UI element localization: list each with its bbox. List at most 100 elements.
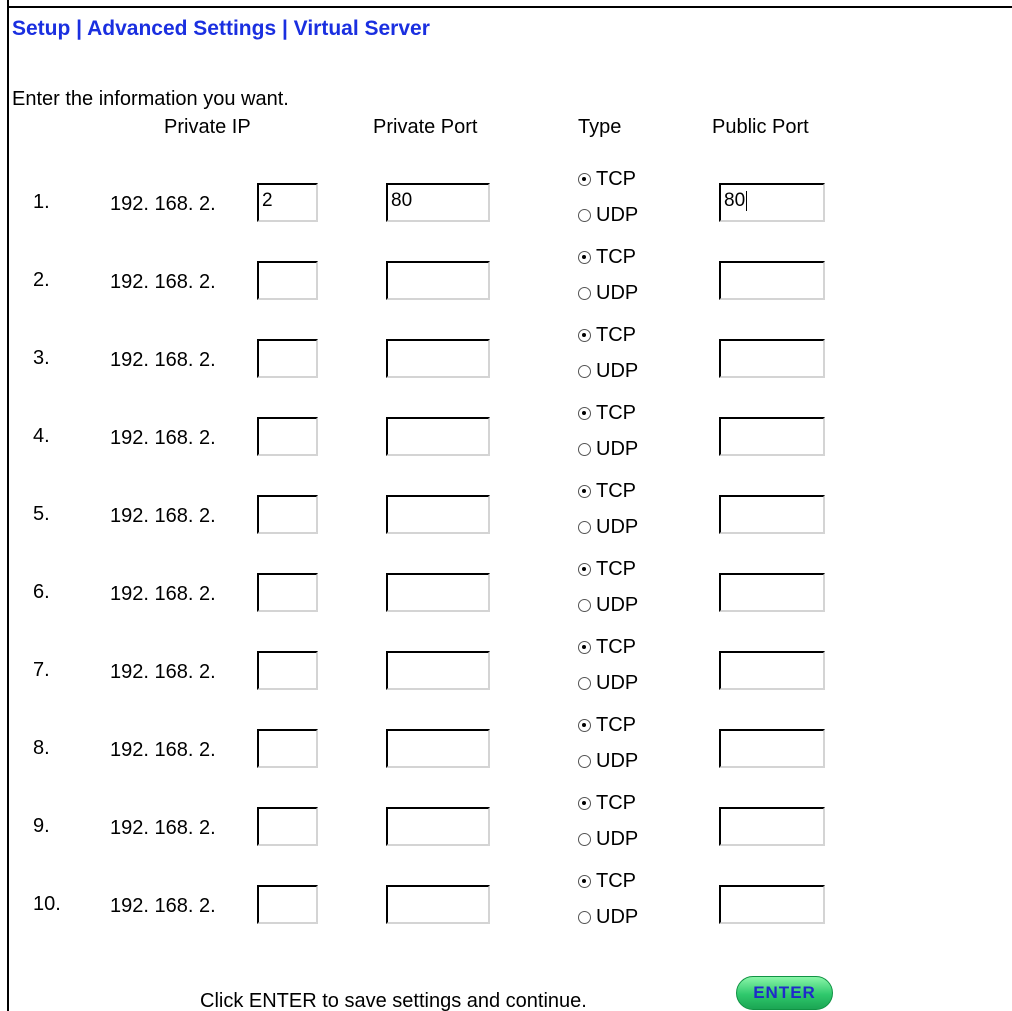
type-tcp-radio[interactable]: TCP: [578, 324, 636, 347]
ip-prefix: 192. 168. 2.: [110, 661, 216, 683]
private-ip-input[interactable]: [257, 417, 318, 456]
radio-button-icon[interactable]: [578, 365, 591, 378]
radio-button-icon[interactable]: [578, 719, 591, 732]
radio-button-icon[interactable]: [578, 485, 591, 498]
type-udp-radio[interactable]: UDP: [578, 828, 638, 851]
type-tcp-radio[interactable]: TCP: [578, 714, 636, 737]
radio-button-icon[interactable]: [578, 755, 591, 768]
radio-button-icon[interactable]: [578, 797, 591, 810]
type-tcp-radio[interactable]: TCP: [578, 558, 636, 581]
type-tcp-radio[interactable]: TCP: [578, 792, 636, 815]
type-tcp-radio[interactable]: TCP: [578, 636, 636, 659]
server-row: 10. 192. 168. 2. TCP UDP: [0, 870, 1012, 948]
private-port-input[interactable]: [386, 495, 490, 534]
private-ip-input[interactable]: [257, 885, 318, 924]
ip-prefix: 192. 168. 2.: [110, 817, 216, 839]
radio-button-icon[interactable]: [578, 287, 591, 300]
private-port-input[interactable]: [386, 417, 490, 456]
private-port-input[interactable]: [386, 729, 490, 768]
private-port-input[interactable]: 80: [386, 183, 490, 222]
intro-text: Enter the information you want.: [12, 88, 289, 110]
private-ip-input[interactable]: [257, 261, 318, 300]
type-udp-radio[interactable]: UDP: [578, 438, 638, 461]
server-row: 1. 192. 168. 2. 2 80 TCP UDP 80: [0, 168, 1012, 246]
type-tcp-radio[interactable]: TCP: [578, 480, 636, 503]
private-port-input[interactable]: [386, 807, 490, 846]
server-row: 8. 192. 168. 2. TCP UDP: [0, 714, 1012, 792]
private-ip-value: 2: [262, 190, 273, 211]
private-ip-input[interactable]: [257, 573, 318, 612]
type-tcp-radio[interactable]: TCP: [578, 402, 636, 425]
private-port-input[interactable]: [386, 573, 490, 612]
type-udp-radio[interactable]: UDP: [578, 282, 638, 305]
radio-button-icon[interactable]: [578, 329, 591, 342]
private-port-input[interactable]: [386, 885, 490, 924]
public-port-input[interactable]: [719, 729, 825, 768]
radio-button-icon[interactable]: [578, 911, 591, 924]
type-udp-radio[interactable]: UDP: [578, 672, 638, 695]
type-udp-label: UDP: [596, 360, 639, 382]
private-port-input[interactable]: [386, 261, 490, 300]
type-udp-radio[interactable]: UDP: [578, 750, 638, 773]
type-udp-radio[interactable]: UDP: [578, 516, 638, 539]
private-ip-input[interactable]: [257, 807, 318, 846]
type-udp-radio[interactable]: UDP: [578, 906, 638, 929]
ip-prefix: 192. 168. 2.: [110, 349, 216, 371]
row-number: 8.: [33, 737, 50, 759]
top-divider: [7, 6, 1012, 8]
type-udp-label: UDP: [596, 204, 639, 226]
radio-button-icon[interactable]: [578, 173, 591, 186]
type-udp-radio[interactable]: UDP: [578, 594, 638, 617]
enter-button[interactable]: ENTER: [736, 976, 833, 1010]
public-port-input[interactable]: [719, 495, 825, 534]
radio-button-icon[interactable]: [578, 875, 591, 888]
radio-button-icon[interactable]: [578, 833, 591, 846]
radio-button-icon[interactable]: [578, 563, 591, 576]
breadcrumb: Setup | Advanced Settings | Virtual Serv…: [12, 17, 430, 40]
radio-button-icon[interactable]: [578, 599, 591, 612]
type-tcp-radio[interactable]: TCP: [578, 246, 636, 269]
type-tcp-radio[interactable]: TCP: [578, 168, 636, 191]
type-tcp-label: TCP: [596, 402, 636, 424]
private-ip-input[interactable]: [257, 651, 318, 690]
ip-prefix: 192. 168. 2.: [110, 583, 216, 605]
public-port-input[interactable]: [719, 339, 825, 378]
type-tcp-label: TCP: [596, 792, 636, 814]
radio-button-icon[interactable]: [578, 521, 591, 534]
public-port-input[interactable]: [719, 261, 825, 300]
type-udp-label: UDP: [596, 828, 639, 850]
server-row: 2. 192. 168. 2. TCP UDP: [0, 246, 1012, 324]
server-row: 3. 192. 168. 2. TCP UDP: [0, 324, 1012, 402]
radio-button-icon[interactable]: [578, 641, 591, 654]
private-ip-input[interactable]: 2: [257, 183, 318, 222]
public-port-input[interactable]: [719, 417, 825, 456]
public-port-input[interactable]: [719, 651, 825, 690]
public-port-input[interactable]: [719, 573, 825, 612]
public-port-input[interactable]: [719, 885, 825, 924]
type-tcp-radio[interactable]: TCP: [578, 870, 636, 893]
public-port-input[interactable]: [719, 807, 825, 846]
private-ip-input[interactable]: [257, 729, 318, 768]
private-port-input[interactable]: [386, 651, 490, 690]
type-udp-radio[interactable]: UDP: [578, 204, 638, 227]
radio-button-icon[interactable]: [578, 677, 591, 690]
row-number: 4.: [33, 425, 50, 447]
radio-button-icon[interactable]: [578, 407, 591, 420]
private-ip-input[interactable]: [257, 339, 318, 378]
private-port-input[interactable]: [386, 339, 490, 378]
type-udp-radio[interactable]: UDP: [578, 360, 638, 383]
server-row: 6. 192. 168. 2. TCP UDP: [0, 558, 1012, 636]
row-number: 1.: [33, 191, 50, 213]
col-header-public-port: Public Port: [712, 116, 809, 138]
row-number: 2.: [33, 269, 50, 291]
type-udp-label: UDP: [596, 282, 639, 304]
radio-button-icon[interactable]: [578, 443, 591, 456]
radio-button-icon[interactable]: [578, 209, 591, 222]
row-number: 5.: [33, 503, 50, 525]
col-header-private-ip: Private IP: [164, 116, 251, 138]
public-port-input[interactable]: 80: [719, 183, 825, 222]
radio-button-icon[interactable]: [578, 251, 591, 264]
type-udp-label: UDP: [596, 438, 639, 460]
private-ip-input[interactable]: [257, 495, 318, 534]
type-tcp-label: TCP: [596, 870, 636, 892]
